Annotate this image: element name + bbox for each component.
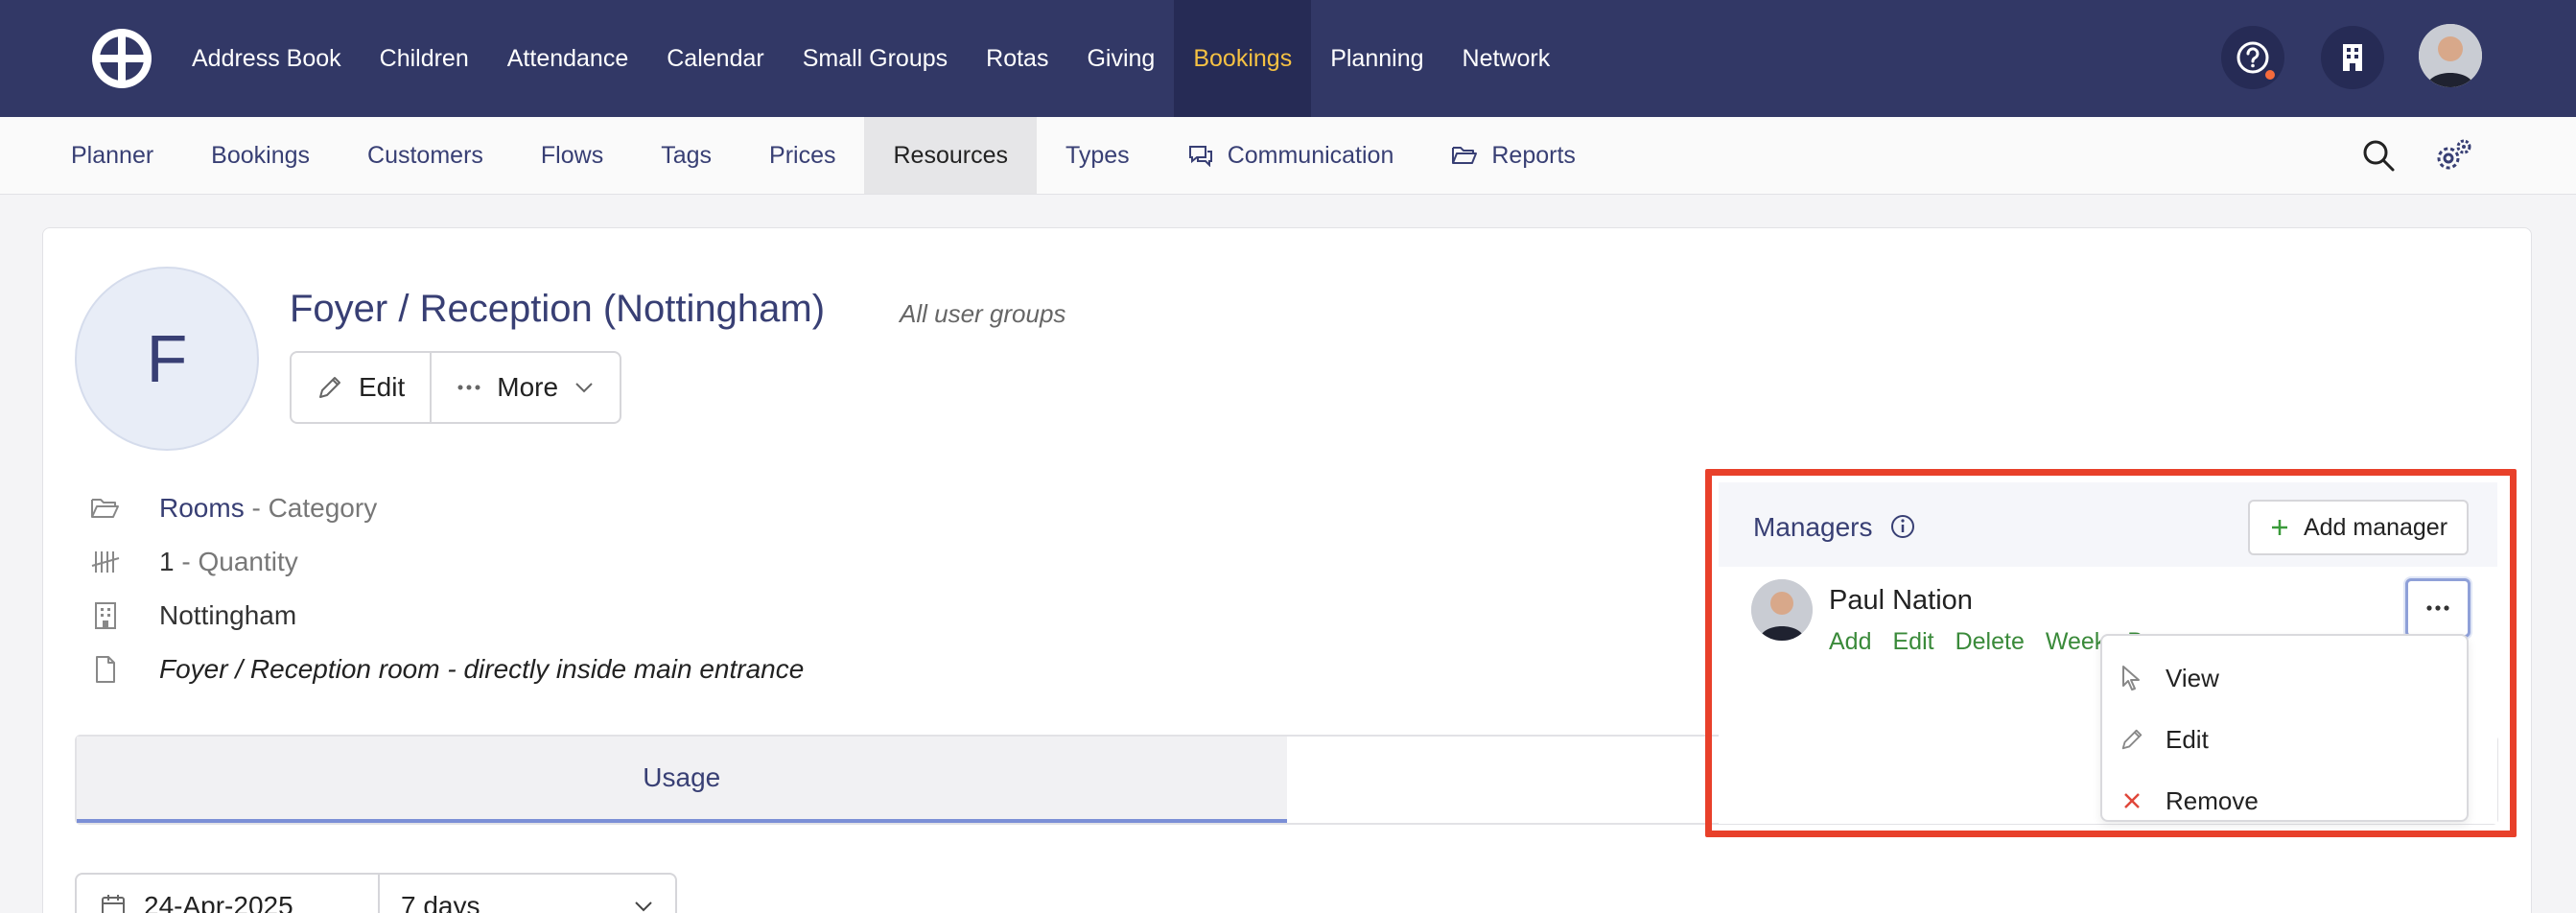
subnav-label: Flows	[540, 141, 604, 169]
subnav-bookings[interactable]: Bookings	[182, 117, 339, 194]
subnav-label: Types	[1065, 141, 1130, 169]
subnav-resources[interactable]: Resources	[864, 117, 1037, 194]
search-icon	[2363, 140, 2395, 172]
description-row: Foyer / Reception room - directly inside…	[88, 650, 804, 689]
user-avatar[interactable]	[2419, 24, 2482, 87]
nav-small-groups[interactable]: Small Groups	[784, 0, 967, 117]
nav-rotas[interactable]: Rotas	[967, 0, 1067, 117]
location-value: Nottingham	[159, 600, 297, 630]
subnav-label: Prices	[769, 141, 836, 169]
building-icon	[88, 598, 123, 633]
subnav-communication[interactable]: Communication	[1159, 117, 1423, 194]
folder-open-icon	[1452, 147, 1478, 164]
nav-planning[interactable]: Planning	[1311, 0, 1442, 117]
date-picker[interactable]: 24-Apr-2025	[77, 875, 378, 913]
document-icon	[88, 652, 123, 687]
search-button[interactable]	[2357, 134, 2400, 176]
nav-children[interactable]: Children	[361, 0, 488, 117]
subnav-planner[interactable]: Planner	[42, 117, 182, 194]
date-range-controls: 24-Apr-2025 7 days	[75, 873, 677, 913]
subnav-customers[interactable]: Customers	[339, 117, 512, 194]
subnav-tags[interactable]: Tags	[632, 117, 740, 194]
subnav-label: Resources	[893, 141, 1008, 169]
edit-label: Edit	[359, 372, 406, 402]
chevron-down-icon	[575, 383, 593, 393]
help-button[interactable]	[2221, 26, 2284, 89]
more-label: More	[497, 372, 559, 402]
top-navigation: Address Book Children Attendance Calenda…	[0, 0, 2576, 117]
subnav-label: Planner	[71, 141, 154, 169]
subnav-label: Reports	[1491, 141, 1576, 169]
category-suffix: - Category	[251, 493, 378, 523]
nav-calendar[interactable]: Calendar	[647, 0, 783, 117]
quantity-suffix: - Quantity	[181, 547, 298, 576]
logo-icon[interactable]	[90, 27, 153, 90]
subnav-flows[interactable]: Flows	[512, 117, 632, 194]
settings-button[interactable]	[2432, 134, 2474, 176]
chevron-down-icon	[635, 901, 652, 912]
nav-network[interactable]: Network	[1443, 0, 1570, 117]
description-value: Foyer / Reception room - directly inside…	[159, 654, 805, 684]
pencil-icon	[319, 377, 340, 398]
subnav-label: Bookings	[211, 141, 311, 169]
tab-usage[interactable]: Usage	[77, 737, 1287, 823]
resource-actions: Edit More	[290, 351, 622, 424]
location-row: Nottingham	[88, 597, 296, 635]
date-value: 24-Apr-2025	[144, 891, 293, 913]
page-title: Foyer / Reception (Nottingham)	[290, 288, 826, 330]
nav-address-book[interactable]: Address Book	[173, 0, 361, 117]
quantity-row: 1 - Quantity	[88, 543, 298, 581]
more-button[interactable]: More	[430, 353, 620, 422]
ellipsis-icon	[457, 385, 480, 390]
range-select[interactable]: 7 days	[378, 875, 675, 913]
subnav-reports[interactable]: Reports	[1422, 117, 1604, 194]
sub-navigation: Planner Bookings Customers Flows Tags Pr…	[0, 117, 2576, 195]
user-groups-label: All user groups	[900, 299, 1066, 328]
folder-icon	[88, 491, 123, 526]
subnav-types[interactable]: Types	[1037, 117, 1159, 194]
organisation-button[interactable]	[2321, 26, 2384, 89]
quantity-value: 1	[159, 547, 175, 576]
edit-button[interactable]: Edit	[292, 353, 430, 422]
subnav-label: Customers	[367, 141, 483, 169]
subnav-prices[interactable]: Prices	[740, 117, 864, 194]
calendar-icon	[102, 895, 125, 913]
resource-initial: F	[146, 321, 188, 396]
range-value: 7 days	[401, 891, 480, 913]
nav-giving[interactable]: Giving	[1067, 0, 1174, 117]
nav-bookings[interactable]: Bookings	[1174, 0, 1312, 117]
gears-icon	[2437, 139, 2471, 170]
notification-dot	[2263, 68, 2277, 82]
building-icon	[2343, 44, 2362, 71]
category-row: Rooms - Category	[88, 489, 377, 527]
chat-icon	[1188, 146, 1212, 167]
category-link[interactable]: Rooms	[159, 493, 245, 524]
highlight-box	[1705, 469, 2517, 837]
subnav-label: Communication	[1227, 141, 1394, 169]
tally-icon	[88, 545, 123, 579]
resource-avatar: F	[75, 267, 259, 451]
nav-attendance[interactable]: Attendance	[488, 0, 648, 117]
subnav-label: Tags	[661, 141, 713, 169]
